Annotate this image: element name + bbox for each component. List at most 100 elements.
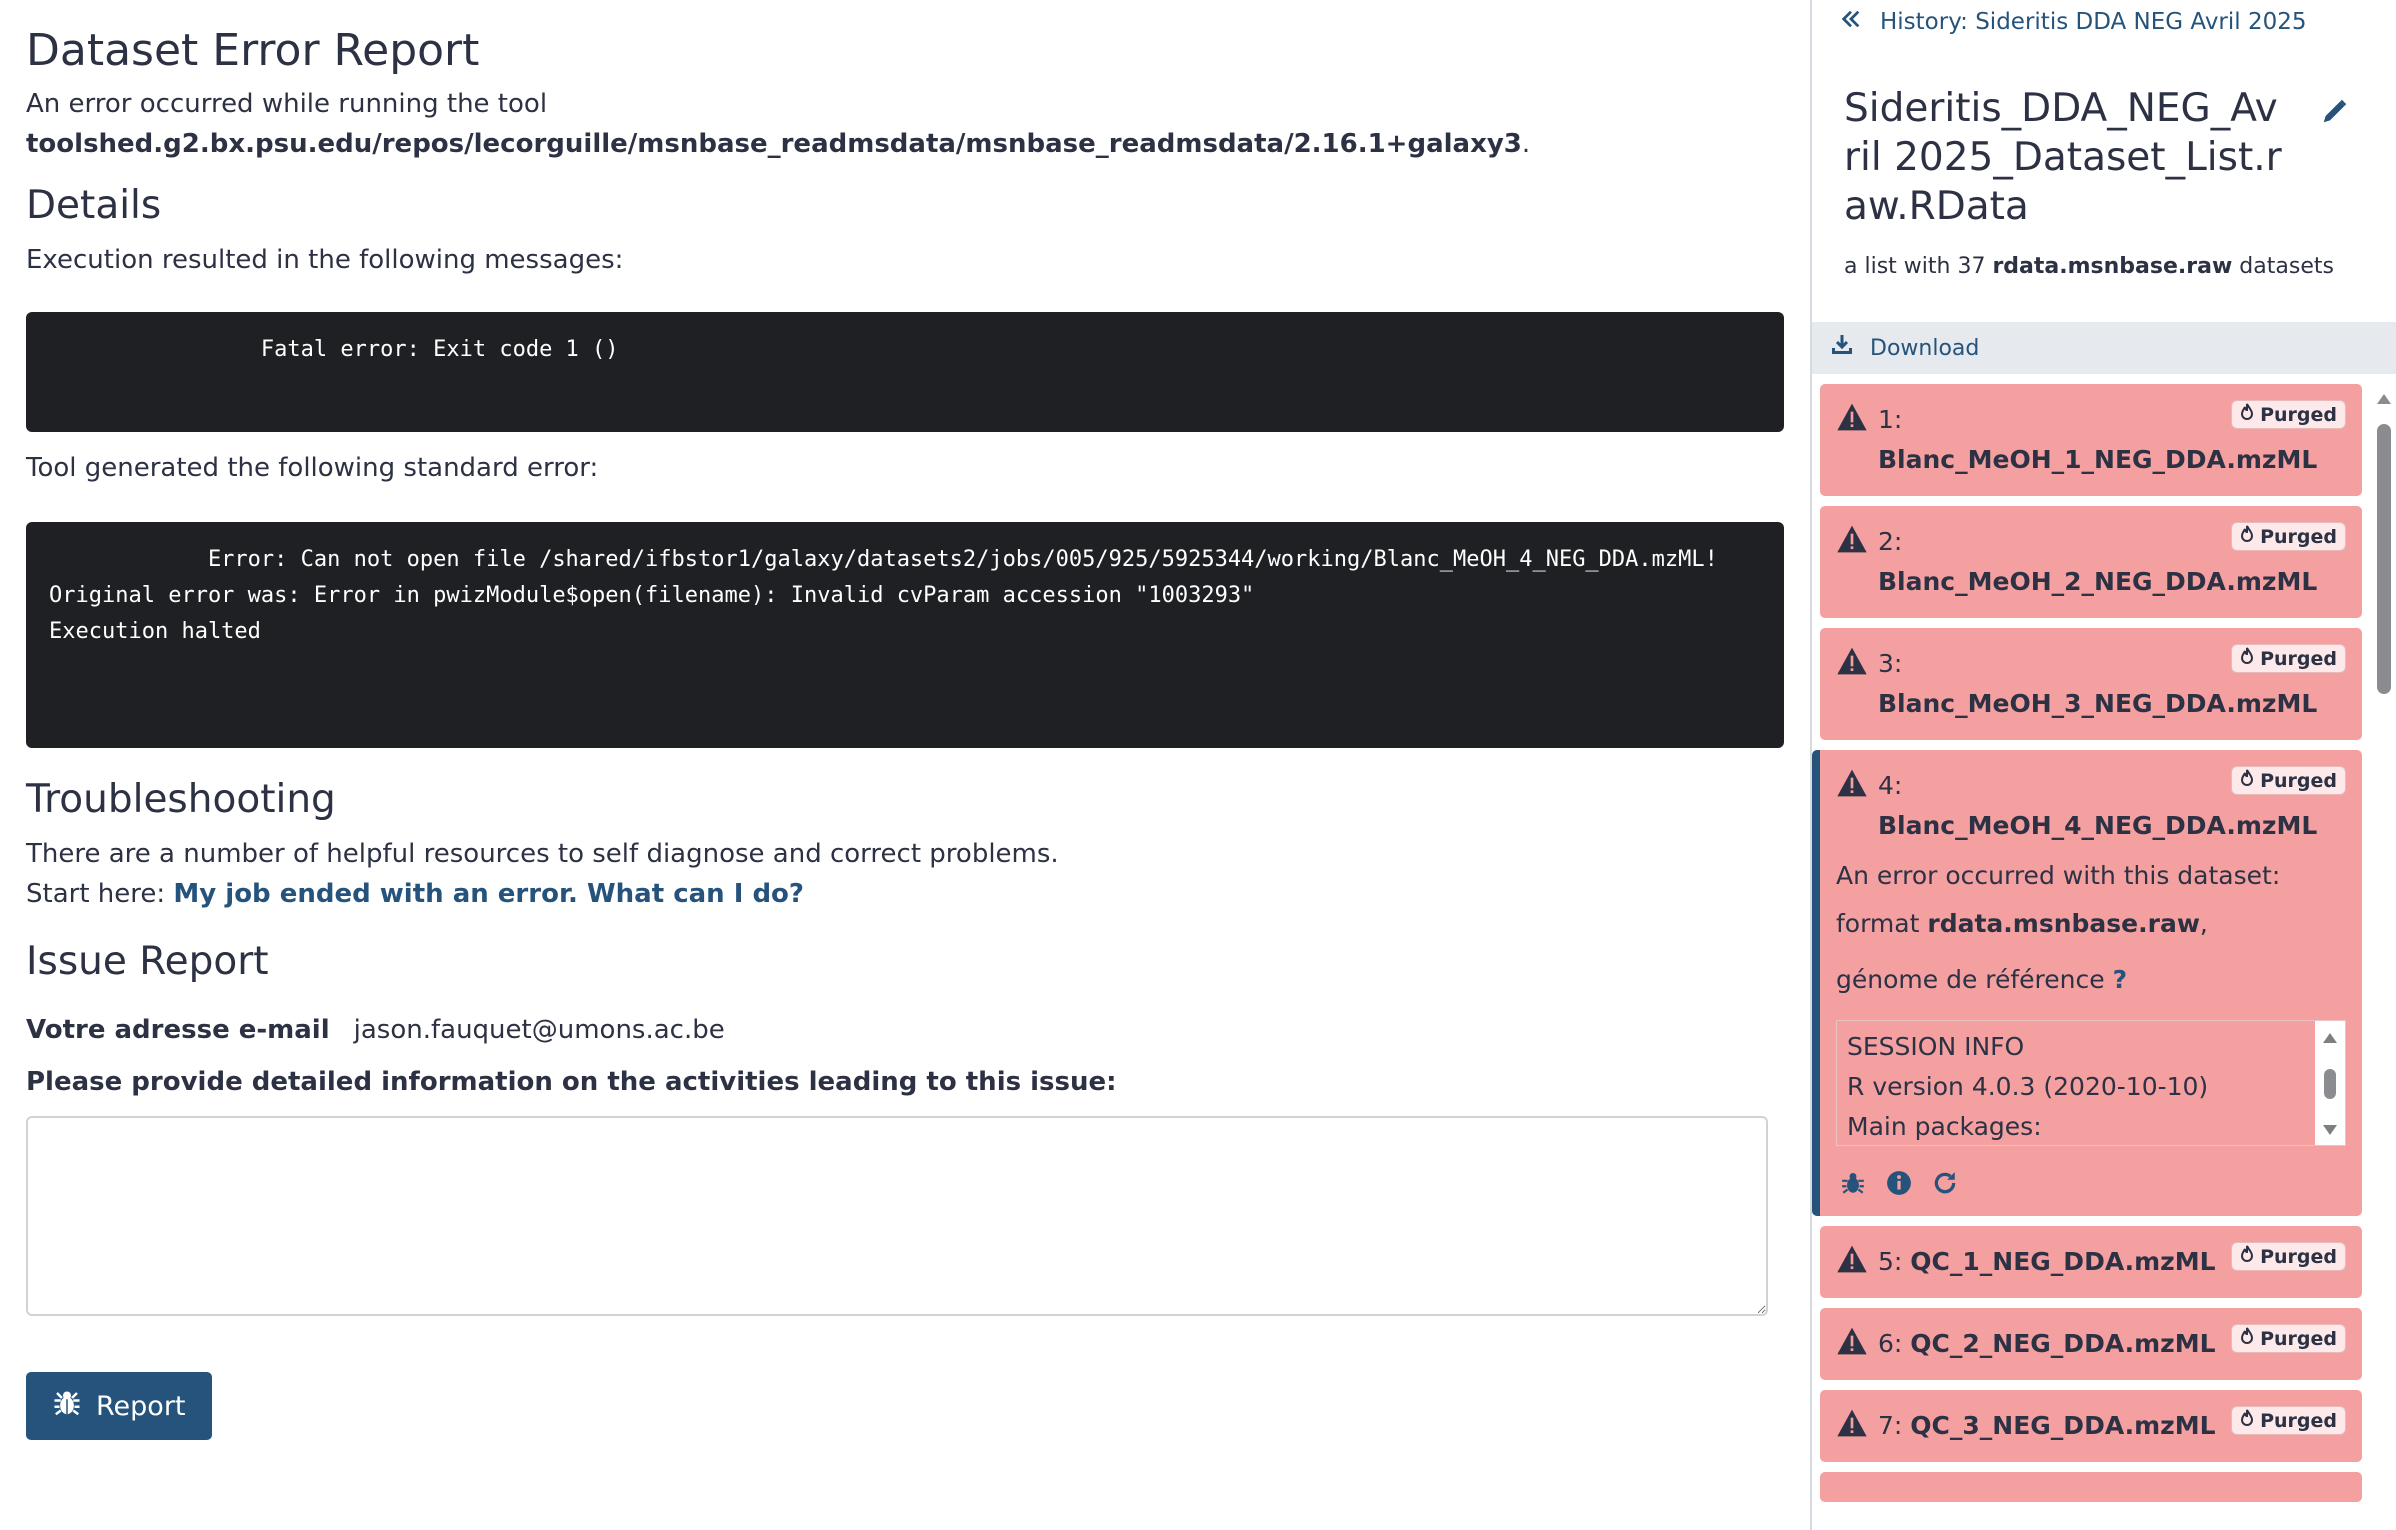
- error-details: An error occurred with this dataset: for…: [1836, 852, 2346, 1004]
- pencil-icon[interactable]: [2320, 96, 2350, 130]
- history-link-label: History: Sideritis DDA NEG Avril 2025: [1880, 9, 2307, 35]
- session-line: SESSION INFO: [1847, 1032, 2025, 1061]
- flame-icon: [2240, 525, 2254, 548]
- item-number: 5:: [1878, 1247, 1903, 1276]
- warning-icon: [1836, 768, 1868, 802]
- purged-badge: Purged: [2231, 766, 2346, 795]
- summary-format: rdata.msnbase.raw: [1992, 254, 2233, 279]
- troubleshooting-text: There are a number of helpful resources …: [26, 839, 1059, 869]
- stderr-label: Tool generated the following standard er…: [26, 453, 599, 483]
- flame-icon: [2240, 403, 2254, 426]
- flame-icon: [2240, 1327, 2254, 1350]
- item-name: QC_3_NEG_DDA.mzML: [1910, 1411, 2216, 1440]
- warning-icon: [1836, 646, 1868, 680]
- dataset-item[interactable]: 5: QC_1_NEG_DDA.mzML Purged: [1820, 1226, 2362, 1298]
- item-action-icons: [1836, 1170, 2346, 1200]
- bug-icon: [52, 1388, 82, 1425]
- collection-title: Sideritis_DDA_NEG_Avril 2025_Dataset_Lis…: [1844, 86, 2282, 229]
- genome-help-link[interactable]: ?: [2113, 965, 2128, 994]
- summary-prefix: a list with 37: [1844, 254, 1986, 279]
- history-panel: History: Sideritis DDA NEG Avril 2025 Si…: [1812, 0, 2396, 1530]
- purged-badge: Purged: [2231, 400, 2346, 429]
- messages-label: Execution resulted in the following mess…: [26, 245, 624, 275]
- warning-icon: [1836, 524, 1868, 558]
- flame-icon: [2240, 1245, 2254, 1268]
- item-name: Blanc_MeOH_2_NEG_DDA.mzML: [1878, 567, 2318, 596]
- badge-label: Purged: [2260, 525, 2337, 548]
- tool-id-line: toolshed.g2.bx.psu.edu/repos/lecorguille…: [26, 129, 1531, 159]
- email-row: Votre adresse e-mail jason.fauquet@umons…: [26, 1010, 1784, 1050]
- issue-details-textarea[interactable]: [26, 1116, 1768, 1316]
- dataset-list: 1: Blanc_MeOH_1_NEG_DDA.mzML Purged 2: B…: [1812, 384, 2372, 1512]
- details-heading: Details: [26, 183, 162, 228]
- help-link[interactable]: My job ended with an error. What can I d…: [173, 879, 804, 909]
- info-icon[interactable]: [1886, 1170, 1912, 1200]
- tool-id: toolshed.g2.bx.psu.edu/repos/lecorguille…: [26, 129, 1522, 159]
- history-back-link[interactable]: History: Sideritis DDA NEG Avril 2025: [1840, 8, 2307, 36]
- format-value: rdata.msnbase.raw: [1927, 909, 2200, 938]
- session-line: Main packages:: [1847, 1112, 2042, 1141]
- session-line: R version 4.0.3 (2020-10-10): [1847, 1072, 2209, 1101]
- item-name: QC_2_NEG_DDA.mzML: [1910, 1329, 2216, 1358]
- purged-badge: Purged: [2231, 1406, 2346, 1435]
- start-here-line: Start here: My job ended with an error. …: [26, 874, 1784, 914]
- warning-icon: [1836, 1326, 1868, 1360]
- dataset-item-expanded[interactable]: 4: Blanc_MeOH_4_NEG_DDA.mzML Purged An e…: [1812, 750, 2362, 1216]
- messages-code-block: Fatal error: Exit code 1 (): [26, 312, 1784, 432]
- badge-label: Purged: [2260, 1327, 2337, 1350]
- purged-badge: Purged: [2231, 1242, 2346, 1271]
- badge-label: Purged: [2260, 403, 2337, 426]
- dataset-item[interactable]: 2: Blanc_MeOH_2_NEG_DDA.mzML Purged: [1820, 506, 2362, 618]
- item-number: 4:: [1878, 771, 1903, 800]
- start-here-label: Start here:: [26, 879, 166, 909]
- session-info-box[interactable]: SESSION INFO R version 4.0.3 (2020-10-10…: [1836, 1020, 2346, 1146]
- page-title: Dataset Error Report: [26, 25, 480, 76]
- report-button[interactable]: Report: [26, 1372, 212, 1440]
- badge-label: Purged: [2260, 769, 2337, 792]
- download-label: Download: [1870, 335, 1980, 361]
- purged-badge: Purged: [2231, 644, 2346, 673]
- report-button-label: Report: [96, 1390, 186, 1422]
- error-message: An error occurred with this dataset:: [1836, 861, 2281, 890]
- troubleshooting-heading: Troubleshooting: [26, 777, 336, 822]
- format-line: format rdata.msnbase.raw,: [1836, 909, 2208, 938]
- flame-icon: [2240, 647, 2254, 670]
- item-name: QC_1_NEG_DDA.mzML: [1910, 1247, 2216, 1276]
- dataset-item[interactable]: 6: QC_2_NEG_DDA.mzML Purged: [1820, 1308, 2362, 1380]
- stderr-code-block: Error: Can not open file /shared/ifbstor…: [26, 522, 1784, 748]
- item-number: 6:: [1878, 1329, 1903, 1358]
- item-number: 2:: [1878, 527, 1903, 556]
- purged-badge: Purged: [2231, 1324, 2346, 1353]
- dataset-item[interactable]: 3: Blanc_MeOH_3_NEG_DDA.mzML Purged: [1820, 628, 2362, 740]
- issue-report-heading: Issue Report: [26, 939, 269, 984]
- dataset-item[interactable]: [1820, 1472, 2362, 1502]
- flame-icon: [2240, 1409, 2254, 1432]
- details-prompt-label: Please provide detailed information on t…: [26, 1067, 1117, 1097]
- download-icon: [1830, 333, 1854, 363]
- dataset-list-scrollbar[interactable]: [2372, 384, 2396, 1530]
- rerun-icon[interactable]: [1932, 1170, 1958, 1200]
- error-report-main: Dataset Error Report An error occurred w…: [0, 0, 1810, 1530]
- dataset-item[interactable]: 1: Blanc_MeOH_1_NEG_DDA.mzML Purged: [1820, 384, 2362, 496]
- item-number: 7:: [1878, 1411, 1903, 1440]
- collection-summary: a list with 37 rdata.msnbase.raw dataset…: [1844, 254, 2334, 279]
- warning-icon: [1836, 402, 1868, 436]
- email-label: Votre adresse e-mail: [26, 1015, 330, 1045]
- badge-label: Purged: [2260, 1245, 2337, 1268]
- item-number: 3:: [1878, 649, 1903, 678]
- session-scrollbar[interactable]: [2315, 1021, 2345, 1145]
- purged-badge: Purged: [2231, 522, 2346, 551]
- email-value: jason.fauquet@umons.ac.be: [353, 1015, 725, 1045]
- item-name: Blanc_MeOH_1_NEG_DDA.mzML: [1878, 445, 2318, 474]
- genome-line: génome de référence ?: [1836, 956, 2346, 1004]
- dataset-item[interactable]: 7: QC_3_NEG_DDA.mzML Purged: [1820, 1390, 2362, 1462]
- badge-label: Purged: [2260, 1409, 2337, 1432]
- bug-icon[interactable]: [1840, 1170, 1866, 1200]
- genome-label: génome de référence: [1836, 965, 2105, 994]
- download-button[interactable]: Download: [1812, 322, 2396, 374]
- item-number: 1:: [1878, 405, 1903, 434]
- format-label: format: [1836, 909, 1920, 938]
- badge-label: Purged: [2260, 647, 2337, 670]
- warning-icon: [1836, 1408, 1868, 1442]
- item-name: Blanc_MeOH_4_NEG_DDA.mzML: [1878, 811, 2318, 840]
